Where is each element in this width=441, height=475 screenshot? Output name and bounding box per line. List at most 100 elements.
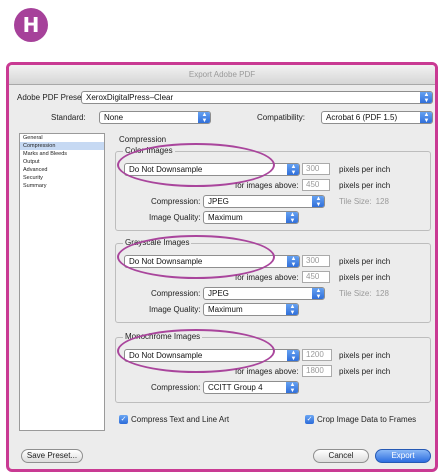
grayscale-sampling-value: Do Not Downsample <box>129 257 203 266</box>
crop-image-checkbox[interactable]: ✓ Crop Image Data to Frames <box>305 415 416 424</box>
color-tile-row: Tile Size: 128 <box>339 197 389 206</box>
standard-label: Standard: <box>51 113 86 122</box>
sidebar-item-marks-and-bleeds[interactable]: Marks and Bleeds <box>20 150 104 158</box>
checkmark-icon: ✓ <box>305 415 314 424</box>
grayscale-quality-select[interactable]: Maximum ▲ ▼ <box>203 303 299 316</box>
grayscale-above-label: for images above: <box>235 273 299 282</box>
compress-text-label: Compress Text and Line Art <box>131 415 230 424</box>
color-quality-label: Image Quality: <box>149 213 201 222</box>
monochrome-ppi-unit-row: pixels per inch <box>339 351 390 360</box>
chevron-updown-icon: ▲ ▼ <box>312 288 324 299</box>
grayscale-ppi-unit: pixels per inch <box>339 257 391 266</box>
standard-row: Standard: <box>51 113 86 122</box>
monochrome-above-unit-row: pixels per inch <box>339 367 390 376</box>
chevron-updown-icon: ▲ ▼ <box>198 112 210 123</box>
settings-category-list: General Compression Marks and Bleeds Out… <box>19 133 105 431</box>
monochrome-compression-value: CCITT Group 4 <box>208 383 263 392</box>
chevron-updown-icon: ▲ ▼ <box>420 112 432 123</box>
grayscale-tile-row: Tile Size: 128 <box>339 289 389 298</box>
grayscale-ppi-unit-row: pixels per inch <box>339 257 390 266</box>
grayscale-tile-label: Tile Size: <box>339 289 372 298</box>
chevron-updown-icon: ▲ ▼ <box>286 304 298 315</box>
preset-label: Adobe PDF Preset: <box>17 93 86 102</box>
monochrome-above-field[interactable]: 1800 <box>302 365 332 377</box>
color-compression-value: JPEG <box>208 197 229 206</box>
chevron-updown-icon: ▲ ▼ <box>286 212 298 223</box>
grayscale-sampling-select[interactable]: Do Not Downsample ▲ ▼ <box>124 255 300 268</box>
color-quality-row: Image Quality: <box>149 213 201 222</box>
color-compression-row: Compression: <box>151 197 200 206</box>
crop-image-label: Crop Image Data to Frames <box>317 415 417 424</box>
color-sampling-select[interactable]: Do Not Downsample ▲ ▼ <box>124 163 300 176</box>
preset-row: Adobe PDF Preset: <box>17 93 86 102</box>
chevron-updown-icon: ▲ ▼ <box>420 92 432 103</box>
sidebar-item-summary[interactable]: Summary <box>20 182 104 190</box>
chevron-updown-icon: ▲ ▼ <box>287 350 299 361</box>
monochrome-compression-row: Compression: <box>151 383 200 392</box>
monochrome-ppi-unit: pixels per inch <box>339 351 391 360</box>
color-quality-value: Maximum <box>208 213 243 222</box>
grayscale-quality-label: Image Quality: <box>149 305 201 314</box>
grayscale-compression-row: Compression: <box>151 289 200 298</box>
color-compression-label: Compression: <box>151 197 201 206</box>
compatibility-row: Compatibility: <box>257 113 305 122</box>
grayscale-above-field[interactable]: 450 <box>302 271 330 283</box>
grayscale-images-title: Grayscale Images <box>123 238 192 247</box>
grayscale-quality-row: Image Quality: <box>149 305 201 314</box>
cancel-button[interactable]: Cancel <box>313 449 369 463</box>
monochrome-images-title: Monochrome Images <box>123 332 203 341</box>
color-tile-label: Tile Size: <box>339 197 372 206</box>
color-ppi-unit: pixels per inch <box>339 165 391 174</box>
color-ppi-field[interactable]: 300 <box>302 163 330 175</box>
grayscale-compression-select[interactable]: JPEG ▲ ▼ <box>203 287 325 300</box>
standard-select[interactable]: None ▲ ▼ <box>99 111 211 124</box>
monochrome-above-unit: pixels per inch <box>339 367 391 376</box>
color-above-row: for images above: <box>235 181 299 190</box>
sidebar-item-security[interactable]: Security <box>20 174 104 182</box>
monochrome-sampling-value: Do Not Downsample <box>129 351 203 360</box>
monochrome-above-label: for images above: <box>235 367 299 376</box>
compatibility-label: Compatibility: <box>257 113 306 122</box>
grayscale-quality-value: Maximum <box>208 305 243 314</box>
grayscale-ppi-field[interactable]: 300 <box>302 255 330 267</box>
color-above-unit-row: pixels per inch <box>339 181 390 190</box>
sidebar-item-compression[interactable]: Compression <box>20 142 104 150</box>
chevron-updown-icon: ▲ ▼ <box>286 382 298 393</box>
color-above-label: for images above: <box>235 181 299 190</box>
color-quality-select[interactable]: Maximum ▲ ▼ <box>203 211 299 224</box>
color-sampling-value: Do Not Downsample <box>129 165 203 174</box>
sidebar-item-output[interactable]: Output <box>20 158 104 166</box>
sidebar-item-advanced[interactable]: Advanced <box>20 166 104 174</box>
section-title-row: Compression <box>119 135 166 144</box>
color-above-field[interactable]: 450 <box>302 179 330 191</box>
window-title: Export Adobe PDF <box>9 65 435 85</box>
compatibility-value: Acrobat 6 (PDF 1.5) <box>326 113 398 122</box>
save-preset-button[interactable]: Save Preset... <box>21 449 83 463</box>
compress-text-checkbox[interactable]: ✓ Compress Text and Line Art <box>119 415 229 424</box>
color-above-unit: pixels per inch <box>339 181 391 190</box>
grayscale-above-row: for images above: <box>235 273 299 282</box>
preset-value: XeroxDigitalPress–Clear <box>86 93 174 102</box>
grayscale-tile-value: 128 <box>375 289 389 298</box>
chevron-updown-icon: ▲ ▼ <box>287 256 299 267</box>
grayscale-compression-value: JPEG <box>208 289 229 298</box>
monochrome-ppi-field[interactable]: 1200 <box>302 349 332 361</box>
grayscale-above-unit-row: pixels per inch <box>339 273 390 282</box>
compatibility-select[interactable]: Acrobat 6 (PDF 1.5) ▲ ▼ <box>321 111 433 124</box>
monochrome-above-row: for images above: <box>235 367 299 376</box>
color-compression-select[interactable]: JPEG ▲ ▼ <box>203 195 325 208</box>
export-pdf-dialog: Export Adobe PDF Adobe PDF Preset: Xerox… <box>6 62 438 472</box>
grayscale-compression-label: Compression: <box>151 289 201 298</box>
export-button[interactable]: Export <box>375 449 431 463</box>
step-badge: H <box>14 8 48 42</box>
section-title: Compression <box>119 135 167 144</box>
checkmark-icon: ✓ <box>119 415 128 424</box>
color-ppi-unit-row: pixels per inch <box>339 165 390 174</box>
monochrome-sampling-select[interactable]: Do Not Downsample ▲ ▼ <box>124 349 300 362</box>
monochrome-compression-select[interactable]: CCITT Group 4 ▲ ▼ <box>203 381 299 394</box>
monochrome-compression-label: Compression: <box>151 383 201 392</box>
sidebar-item-general[interactable]: General <box>20 134 104 142</box>
preset-select[interactable]: XeroxDigitalPress–Clear ▲ ▼ <box>81 91 433 104</box>
grayscale-above-unit: pixels per inch <box>339 273 391 282</box>
chevron-updown-icon: ▲ ▼ <box>287 164 299 175</box>
